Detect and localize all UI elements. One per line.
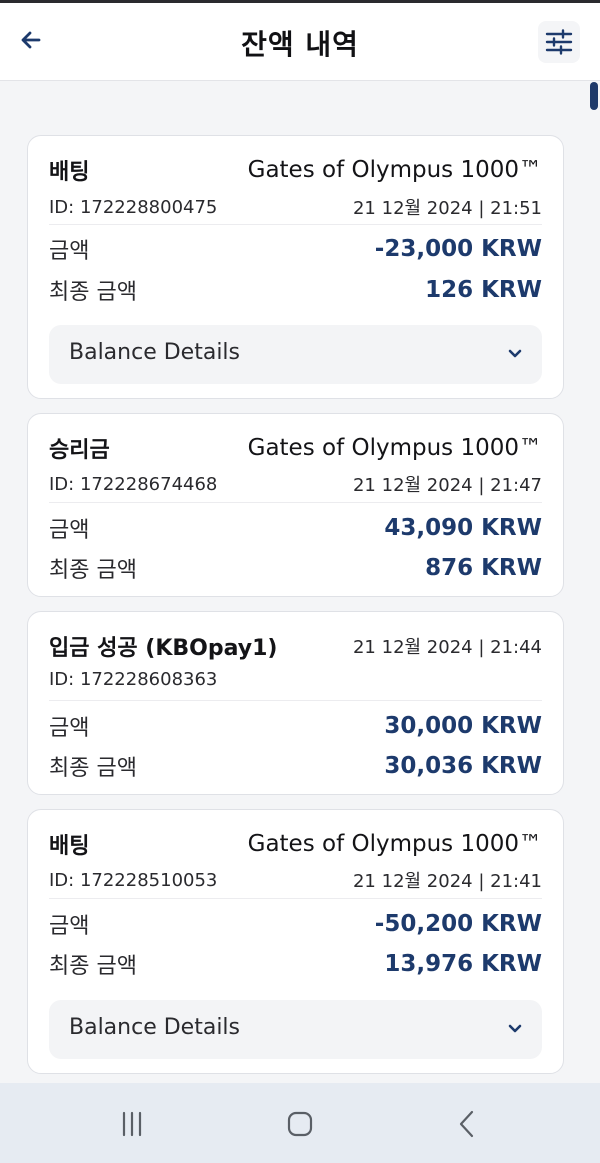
final-amount-value: 876 KRW [425,555,542,581]
transaction-card: 배팅 Gates of Olympus 1000™ ID: 1722288004… [27,135,564,399]
page-title: 잔액 내역 [241,28,359,61]
filter-button[interactable] [538,21,580,63]
balance-details-label: Balance Details [69,340,241,365]
transaction-datetime: 21 12월 2024 | 21:47 [352,475,542,496]
final-amount-value: 126 KRW [425,277,542,303]
amount-value: 43,090 KRW [384,515,542,541]
recents-icon [122,1111,142,1137]
transaction-type: 배팅 [49,834,90,859]
final-amount-value: 13,976 KRW [384,951,542,977]
amount-row: 금액 -50,200 KRW [49,908,542,940]
divider [49,700,542,701]
transaction-type: 승리금 [49,438,110,463]
amount-value: -23,000 KRW [374,236,542,262]
game-name: Gates of Olympus 1000™ [247,435,542,461]
final-amount-label: 최종 금액 [49,558,137,583]
card-header-row: 입금 성공 (KBOpay1) 21 12월 2024 | 21:44 [49,630,542,662]
divider [49,898,542,899]
game-name: Gates of Olympus 1000™ [247,157,542,183]
card-meta-row: ID: 172228608363 [49,669,542,690]
transaction-id: ID: 172228510053 [49,869,218,891]
amount-value: -50,200 KRW [374,911,542,937]
card-meta-row: ID: 172228800475 21 12월 2024 | 21:51 [49,194,542,220]
sliders-icon [545,29,573,55]
transaction-datetime: 21 12월 2024 | 21:44 [352,637,542,658]
card-meta-row: ID: 172228674468 21 12월 2024 | 21:47 [49,471,542,497]
final-amount-value: 30,036 KRW [384,753,542,779]
chevron-down-icon [508,349,522,358]
card-header-row: 승리금 Gates of Olympus 1000™ [49,432,542,464]
transaction-id: ID: 172228800475 [49,196,218,218]
card-header-row: 배팅 Gates of Olympus 1000™ [49,154,542,186]
transaction-datetime: 21 12월 2024 | 21:41 [352,871,542,892]
divider [49,224,542,225]
amount-label: 금액 [49,914,90,939]
final-amount-label: 최종 금액 [49,954,137,979]
system-nav-bar [0,1083,600,1163]
game-name: Gates of Olympus 1000™ [247,831,542,857]
transaction-card: 승리금 Gates of Olympus 1000™ ID: 172228674… [27,413,564,597]
recents-button[interactable] [112,1107,152,1141]
home-button[interactable] [280,1107,320,1141]
chevron-down-icon [508,1024,522,1033]
card-header-row: 배팅 Gates of Olympus 1000™ [49,828,542,860]
app-header: 잔액 내역 [0,3,600,81]
system-back-button[interactable] [448,1107,488,1141]
amount-label: 금액 [49,239,90,264]
scrollbar-thumb[interactable] [590,82,598,110]
transaction-card: 입금 성공 (KBOpay1) 21 12월 2024 | 21:44 ID: … [27,611,564,795]
transaction-type: 배팅 [49,160,90,185]
transaction-type: 입금 성공 (KBOpay1) [49,636,278,661]
final-amount-label: 최종 금액 [49,280,137,305]
divider [49,502,542,503]
final-amount-row: 최종 금액 13,976 KRW [49,948,542,980]
transaction-datetime: 21 12월 2024 | 21:51 [352,198,542,219]
balance-details-toggle[interactable]: Balance Details [49,325,542,384]
amount-label: 금액 [49,716,90,741]
amount-value: 30,000 KRW [384,713,542,739]
balance-details-label: Balance Details [69,1015,241,1040]
home-icon [287,1111,313,1137]
amount-row: 금액 43,090 KRW [49,512,542,544]
transaction-id: ID: 172228608363 [49,669,218,690]
nav-back-icon [459,1110,474,1138]
final-amount-row: 최종 금액 876 KRW [49,552,542,584]
transaction-card: 배팅 Gates of Olympus 1000™ ID: 1722285100… [27,809,564,1074]
amount-row: 금액 30,000 KRW [49,710,542,742]
card-meta-row: ID: 172228510053 21 12월 2024 | 21:41 [49,867,542,893]
final-amount-label: 최종 금액 [49,756,137,781]
amount-label: 금액 [49,518,90,543]
balance-details-toggle[interactable]: Balance Details [49,1000,542,1059]
final-amount-row: 최종 금액 126 KRW [49,274,542,306]
final-amount-row: 최종 금액 30,036 KRW [49,750,542,782]
transaction-id: ID: 172228674468 [49,473,218,495]
amount-row: 금액 -23,000 KRW [49,233,542,265]
